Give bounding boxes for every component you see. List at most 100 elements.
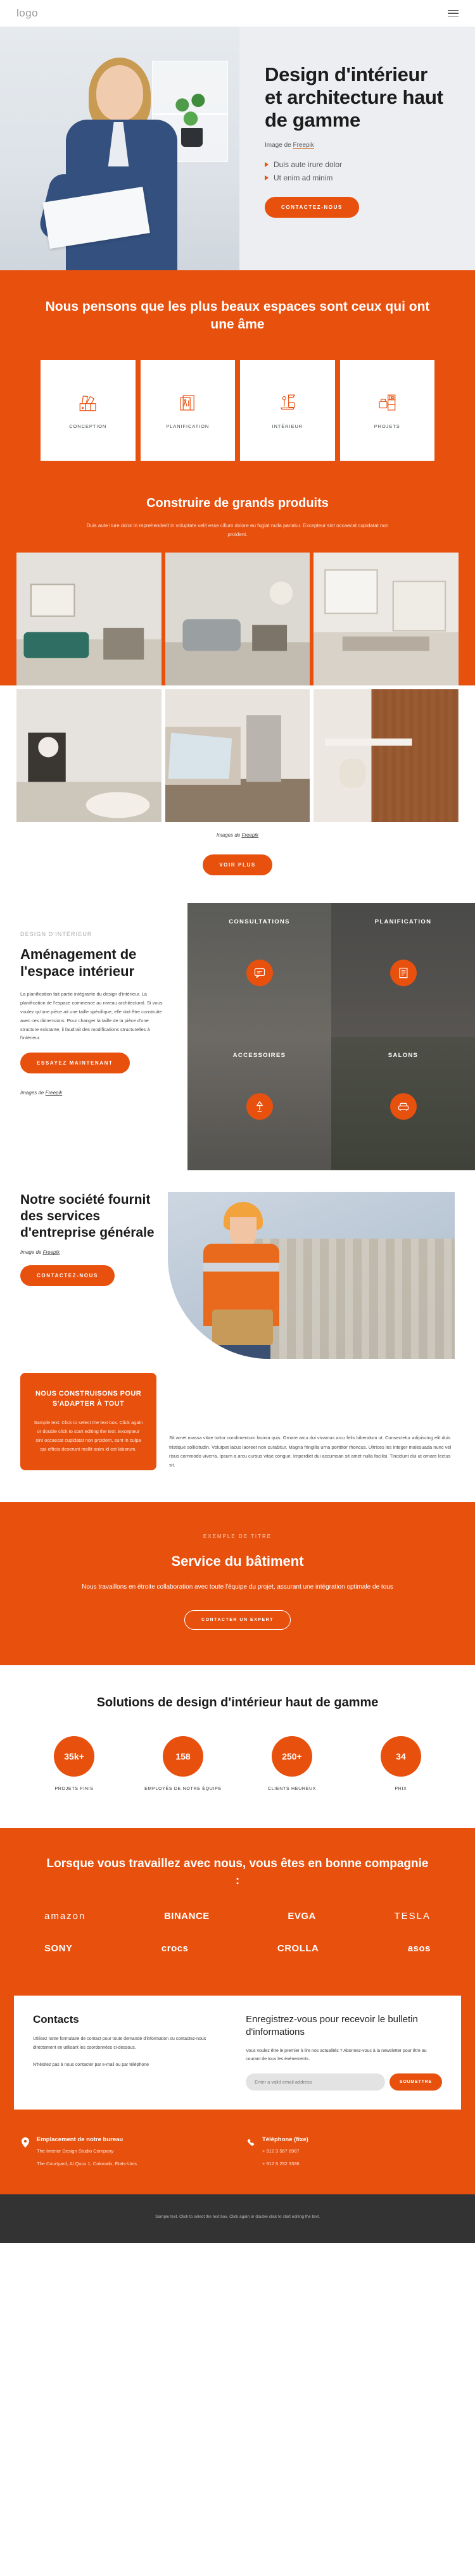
service-kicker: EXEMPLE DE TITRE [203,1533,272,1539]
service-card-interieur[interactable]: INTÉRIEUR [240,360,335,461]
tile-icon-badge [390,1093,417,1120]
societe-body-row: NOUS CONSTRUISONS POUR S'ADAPTER À TOUT … [0,1365,475,1501]
stats-row: 35k+ PROJETS FINIS 158 EMPLOYÉS DE NOTRE… [25,1735,450,1792]
brand-logo: TESLA [394,1911,431,1922]
location-pin-icon [22,2137,29,2148]
newsletter-title: Enregistrez-vous pour recevoir le bullet… [246,2014,418,2038]
contacter-expert-button[interactable]: CONTACTER UN EXPERT [184,1610,291,1630]
service-title: Service du bâtiment [171,1553,304,1569]
tile-label: ACCESSOIRES [232,1052,286,1060]
essayez-maintenant-button[interactable]: ESSAYEZ MAINTENANT [20,1053,130,1074]
voir-plus-button[interactable]: VOIR PLUS [203,854,272,876]
gallery-image[interactable] [16,552,162,685]
gallery-top-wrap: Images de Freepik VOIR PLUS [0,539,475,904]
stats-heading: Solutions de design d'intérieur haut de … [96,1695,379,1710]
tile-consultations[interactable]: CONSULTATIONS [187,903,331,1037]
societe-callout: NOUS CONSTRUISONS POUR S'ADAPTER À TOUT … [20,1373,156,1470]
service-card-projets[interactable]: PROJETS [339,360,434,461]
credit-prefix: Images de [20,1090,46,1096]
stat-item: 35k+ PROJETS FINIS [25,1735,123,1792]
hero-contact-button[interactable]: CONTACTEZ-NOUS [265,196,359,218]
freepik-link[interactable]: Freepik [46,1090,63,1096]
tile-salons[interactable]: SALONS [331,1037,475,1171]
hero-content: Design d'intérieur et architecture haut … [239,27,475,270]
tile-icon-badge [390,959,417,986]
hero-title: Design d'intérieur et architecture haut … [265,63,443,131]
freepik-link[interactable]: Freepik [241,832,258,838]
tile-icon-badge [246,959,273,986]
contacts-section: Contacts Utilisez notre formulaire de co… [0,1984,475,2116]
lamp-icon [256,1101,263,1112]
service-body: Nous travaillons en étroite collaboratio… [82,1583,393,1591]
contacts-card: Contacts Utilisez notre formulaire de co… [14,1996,461,2110]
hero-section: Design d'intérieur et architecture haut … [0,27,475,270]
hamburger-menu-icon[interactable] [448,9,459,17]
email-input[interactable] [246,2073,385,2091]
tile-planification[interactable]: PLANIFICATION [331,903,475,1037]
service-card-planification[interactable]: PLANIFICATION [140,360,235,461]
service-card-conception[interactable]: CONCEPTION [41,360,136,461]
hero-bullet-list: Duis aute irure dolor Ut enim ad minim [265,160,447,182]
amenagement-kicker: DESIGN D'INTÉRIEUR [20,931,92,938]
list-item: Duis aute irure dolor [265,160,447,169]
phone-info: Téléphone (fixe) + 912 3 567 8987 + 912 … [247,2136,453,2168]
furniture-shelf-icon [379,394,396,411]
submit-button[interactable]: SOUMETTRE [389,2073,442,2091]
contact-info-row: Emplacement de notre bureau The Interior… [0,2116,475,2195]
contacts-body-2: N'hésitez pas à nous contacter par e-mai… [33,2062,149,2067]
card-label: PLANIFICATION [166,423,210,429]
bullet-label: Duis aute irure dolor [274,159,343,169]
site-logo[interactable]: logo [16,7,38,20]
stat-label: CLIENTS HEUREUX [267,1786,317,1791]
newsletter-body: Vous voulez être le premier à lire nos a… [246,2048,427,2062]
gallery-image[interactable] [165,689,310,823]
document-plan-icon [399,967,407,979]
gallery-image[interactable] [16,689,162,823]
tagline-section: Nous pensons que les plus beaux espaces … [0,270,475,491]
hero-image [0,27,239,270]
gallery-image[interactable] [165,552,310,685]
gallery-image[interactable] [314,689,459,823]
stat-label: PROJETS FINIS [54,1786,94,1791]
service-section: EXEMPLE DE TITRE Service du bâtiment Nou… [0,1501,475,1665]
color-palette-icon [79,396,96,411]
service-card-row: CONCEPTION PLANIFICATION INTÉRIEUR PROJE… [41,360,434,461]
brand-row-2: SONY crocs CROLLA asos [44,1943,431,1954]
stat-value: 34 [380,1735,421,1777]
newsletter-form: SOUMETTRE [246,2073,442,2091]
tile-label: CONSULTATIONS [229,918,290,926]
stat-label: EMPLOYÉS DE NOTRE ÉQUIPE [144,1786,222,1791]
tagline-heading: Nous pensons que les plus beaux espaces … [45,299,430,332]
tile-label: SALONS [388,1052,419,1060]
stat-item: 250+ CLIENTS HEUREUX [243,1735,341,1792]
societe-contact-button[interactable]: CONTACTEZ-NOUS [20,1265,115,1287]
office-address-2: The Courtyard, Al Quoz 1, Colorado, État… [37,2160,137,2166]
phone-number-2[interactable]: + 912 5 252 3336 [262,2160,308,2168]
tile-accessoires[interactable]: ACCESSOIRES [187,1037,331,1171]
contacts-body-1: Utilisez notre formulaire de contact pou… [33,2037,206,2050]
brands-heading: Lorsque vous travaillez avec nous, vous … [46,1857,429,1887]
amenagement-title: Aménagement de l'espace intérieur [20,946,137,979]
newsletter-block: Enregistrez-vous pour recevoir le bullet… [246,2013,442,2091]
triangle-bullet-icon [265,161,269,167]
brand-logo: BINANCE [163,1911,210,1922]
freepik-link[interactable]: Freepik [293,142,314,149]
gallery-row-1 [0,540,475,685]
phone-number-1[interactable]: + 912 3 567 8987 [262,2147,308,2156]
office-info: Emplacement de notre bureau The Interior… [22,2136,228,2168]
brand-logo: crocs [161,1943,189,1954]
gallery-image[interactable] [314,552,459,685]
worker-image [168,1192,455,1360]
amenagement-credit: Images de Freepik [20,1090,168,1096]
amenagement-body: La planification fait partie intégrante … [20,991,163,1041]
freepik-link[interactable]: Freepik [43,1249,60,1255]
phone-title: Téléphone (fixe) [262,2136,308,2144]
produits-heading: Construire de grands produits [146,496,329,510]
stat-item: 34 PRIX [352,1735,450,1792]
landing-page: logo Design d'intérieur et architecture … [0,0,475,2243]
brand-logo: SONY [44,1943,73,1954]
societe-title: Notre société fournit des services d'ent… [20,1192,155,1240]
contacts-left: Contacts Utilisez notre formulaire de co… [33,2013,229,2091]
brand-logo: amazon [44,1911,86,1922]
stat-value: 250+ [271,1735,312,1777]
